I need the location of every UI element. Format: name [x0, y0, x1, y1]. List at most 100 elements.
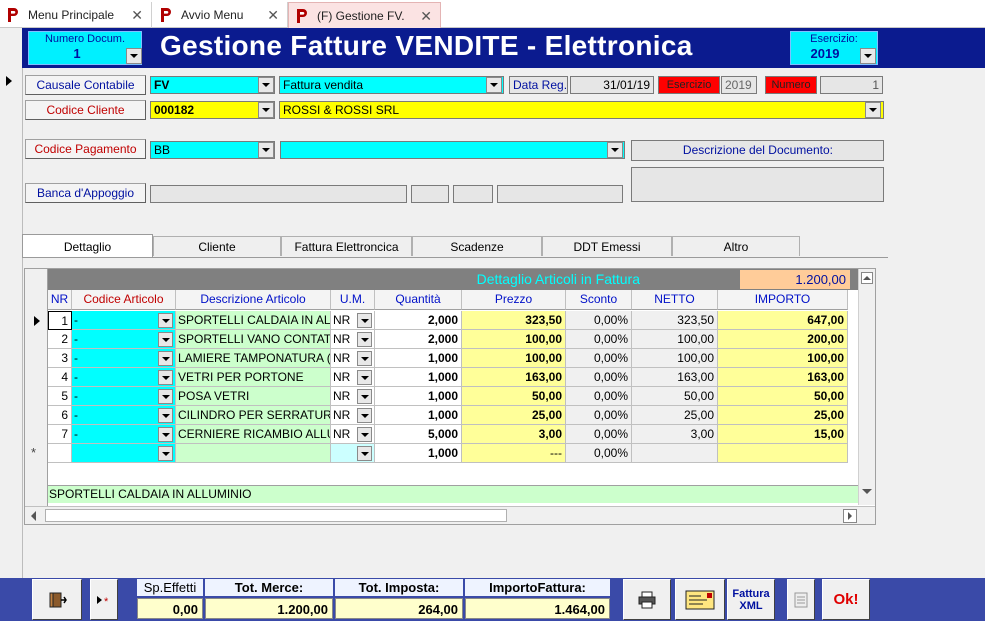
cell-nr[interactable]: 6 — [48, 406, 72, 425]
new-cell-prezzo[interactable]: --- — [462, 444, 566, 463]
cell-quantita[interactable]: 1,000 — [375, 349, 462, 368]
causale-code-field[interactable]: FV — [150, 76, 275, 94]
cell-importo[interactable]: 163,00 — [718, 368, 848, 387]
subtab-scadenze[interactable]: Scadenze — [412, 236, 542, 256]
close-icon[interactable]: ✕ — [420, 8, 432, 25]
cell-netto[interactable]: 3,00 — [632, 425, 718, 444]
cell-prezzo[interactable]: 25,00 — [462, 406, 566, 425]
cell-quantita[interactable]: 2,000 — [375, 311, 462, 330]
cell-sconto[interactable]: 0,00% — [566, 311, 632, 330]
cell-netto[interactable]: 100,00 — [632, 349, 718, 368]
cell-descrizione[interactable]: CERNIERE RICAMBIO ALLUI — [176, 425, 331, 444]
chevron-down-icon[interactable] — [357, 389, 372, 404]
chevron-down-icon[interactable] — [158, 313, 173, 328]
tab-menu-principale[interactable]: Menu Principale ✕ — [0, 2, 152, 28]
print-button[interactable] — [623, 579, 671, 620]
cell-sconto[interactable]: 0,00% — [566, 406, 632, 425]
cell-importo[interactable]: 200,00 — [718, 330, 848, 349]
cell-um[interactable]: NR — [331, 406, 375, 425]
chevron-down-icon[interactable] — [357, 446, 372, 461]
chevron-down-icon[interactable] — [607, 142, 623, 158]
numero-docum-field[interactable]: 1 — [29, 46, 125, 62]
cell-sconto[interactable]: 0,00% — [566, 425, 632, 444]
new-record-button[interactable]: * — [90, 579, 118, 620]
new-cell-nr[interactable] — [48, 444, 72, 463]
cell-quantita[interactable]: 5,000 — [375, 425, 462, 444]
cell-nr[interactable]: 2 — [48, 330, 72, 349]
col-header-prezzo[interactable]: Prezzo — [462, 290, 566, 310]
pagamento-code-field[interactable]: BB — [150, 141, 275, 159]
cell-netto[interactable]: 323,50 — [632, 311, 718, 330]
cell-descrizione[interactable]: SPORTELLI CALDAIA IN AL — [176, 311, 331, 330]
cell-descrizione[interactable]: POSA VETRI — [176, 387, 331, 406]
cell-prezzo[interactable]: 3,00 — [462, 425, 566, 444]
cell-codice[interactable]: - — [72, 406, 176, 425]
subtab-fattura-elettronica[interactable]: Fattura Elettroncica — [281, 236, 412, 256]
subtab-dettaglio[interactable]: Dettaglio — [22, 234, 153, 258]
cell-quantita[interactable]: 1,000 — [375, 387, 462, 406]
col-header-netto[interactable]: NETTO — [632, 290, 718, 310]
codice-pagamento-label[interactable]: Codice Pagamento — [25, 139, 146, 159]
col-header-nr[interactable]: NR — [48, 290, 72, 310]
vertical-scrollbar[interactable] — [858, 269, 875, 505]
causale-desc-field[interactable]: Fattura vendita — [279, 76, 504, 94]
cell-descrizione[interactable]: SPORTELLI VANO CONTAT — [176, 330, 331, 349]
cell-descrizione[interactable]: VETRI PER PORTONE — [176, 368, 331, 387]
scroll-left-icon[interactable] — [31, 511, 36, 521]
cell-sconto[interactable]: 0,00% — [566, 368, 632, 387]
cell-nr[interactable]: 7 — [48, 425, 72, 444]
scroll-up-icon[interactable] — [861, 272, 873, 284]
cell-um[interactable]: NR — [331, 349, 375, 368]
cell-importo[interactable]: 647,00 — [718, 311, 848, 330]
cell-netto[interactable]: 25,00 — [632, 406, 718, 425]
cell-quantita[interactable]: 1,000 — [375, 406, 462, 425]
cell-nr[interactable]: 3 — [48, 349, 72, 368]
cell-quantita[interactable]: 2,000 — [375, 330, 462, 349]
chevron-down-icon[interactable] — [357, 370, 372, 385]
chevron-down-icon[interactable] — [258, 142, 274, 158]
chevron-down-icon[interactable] — [357, 332, 372, 347]
col-header-importo[interactable]: IMPORTO — [718, 290, 848, 310]
chevron-down-icon[interactable] — [126, 48, 142, 64]
new-cell-importo[interactable] — [718, 444, 848, 463]
cell-codice[interactable]: - — [72, 387, 176, 406]
cell-descrizione[interactable]: CILINDRO PER SERRATURA — [176, 406, 331, 425]
fattura-xml-button[interactable]: Fattura XML — [727, 579, 775, 620]
horizontal-scrollbar[interactable] — [25, 506, 875, 524]
cell-um[interactable]: NR — [331, 387, 375, 406]
scrollbar-thumb[interactable] — [45, 509, 507, 522]
subtab-cliente[interactable]: Cliente — [153, 236, 281, 256]
chevron-down-icon[interactable] — [158, 427, 173, 442]
chevron-down-icon[interactable] — [158, 332, 173, 347]
chevron-down-icon[interactable] — [158, 408, 173, 423]
pagamento-desc-field[interactable] — [280, 141, 625, 159]
cell-um[interactable]: NR — [331, 425, 375, 444]
codice-cliente-label[interactable]: Codice Cliente — [25, 100, 146, 120]
cell-nr[interactable]: 4 — [48, 368, 72, 387]
chevron-down-icon[interactable] — [865, 102, 881, 118]
col-header-sconto[interactable]: Sconto — [566, 290, 632, 310]
subtab-ddt-emessi[interactable]: DDT Emessi — [542, 236, 672, 256]
subtab-altro[interactable]: Altro — [672, 236, 800, 256]
cell-netto[interactable]: 163,00 — [632, 368, 718, 387]
cell-importo[interactable]: 25,00 — [718, 406, 848, 425]
new-cell-sconto[interactable]: 0,00% — [566, 444, 632, 463]
cell-nr[interactable]: 1 — [48, 311, 72, 330]
chevron-down-icon[interactable] — [158, 446, 173, 461]
col-header-descrizione[interactable]: Descrizione Articolo — [176, 290, 331, 310]
col-header-um[interactable]: U.M. — [331, 290, 375, 310]
chevron-down-icon[interactable] — [357, 427, 372, 442]
cell-codice[interactable]: - — [72, 368, 176, 387]
cell-prezzo[interactable]: 50,00 — [462, 387, 566, 406]
cell-codice[interactable]: - — [72, 349, 176, 368]
chevron-down-icon[interactable] — [158, 351, 173, 366]
close-icon[interactable]: ✕ — [131, 7, 143, 24]
chevron-down-icon[interactable] — [158, 370, 173, 385]
new-cell-quantita[interactable]: 1,000 — [375, 444, 462, 463]
scroll-right-icon[interactable] — [843, 509, 857, 523]
cell-nr[interactable]: 5 — [48, 387, 72, 406]
chevron-down-icon[interactable] — [258, 102, 274, 118]
list-button[interactable] — [787, 579, 815, 620]
chevron-down-icon[interactable] — [860, 48, 876, 64]
cell-codice[interactable]: - — [72, 330, 176, 349]
